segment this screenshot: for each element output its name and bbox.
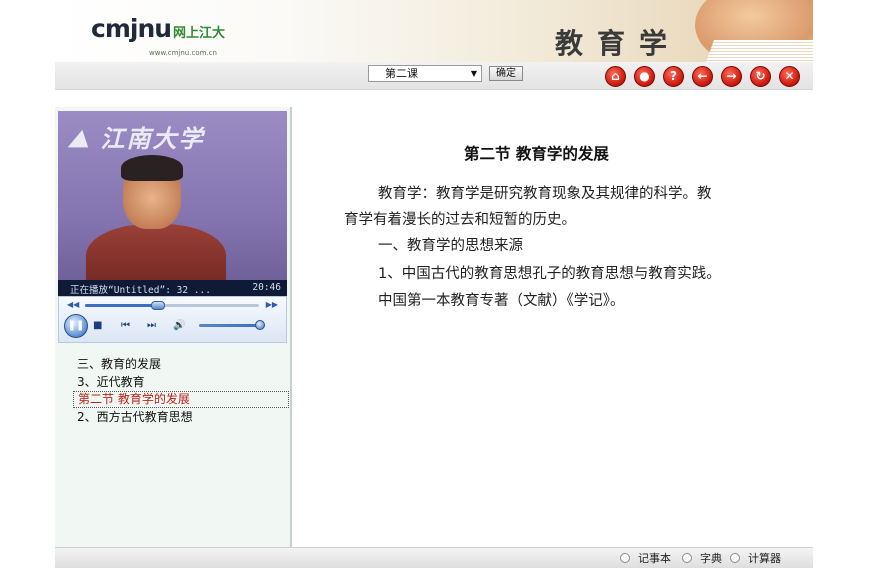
lesson-select-value: 第二课 — [385, 67, 418, 80]
radio-icon — [730, 553, 740, 563]
logo-cn: 网上江大 — [173, 26, 226, 41]
refresh-icon[interactable]: ↻ — [750, 66, 771, 87]
confirm-button[interactable]: 确定 — [489, 66, 523, 81]
course-title: 教育学 — [555, 27, 682, 60]
seek-thumb[interactable] — [151, 301, 166, 310]
stop-icon[interactable]: ■ — [93, 320, 102, 331]
volume-slider[interactable] — [199, 324, 261, 327]
pause-button[interactable]: ❚❚ — [64, 314, 88, 338]
university-watermark: ⛰ 江南大学 — [68, 124, 205, 153]
logo-text: cmjnu 网上江大 — [91, 14, 226, 43]
fast-forward-icon[interactable]: ▶▶ — [266, 300, 278, 309]
paragraph: 1、中国古代的教育思想孔子的教育思想与教育实践。 — [378, 266, 721, 282]
logo-url: www.cmjnu.com.cn — [149, 49, 217, 57]
site-logo: cmjnu 网上江大 www.cmjnu.com.cn — [91, 14, 226, 57]
forward-icon[interactable]: → — [721, 66, 742, 87]
notepad-link[interactable]: 记事本 — [620, 550, 671, 566]
rewind-icon[interactable]: ◀◀ — [67, 300, 79, 309]
dictionary-link[interactable]: 字典 — [682, 550, 722, 566]
chevron-down-icon: ▼ — [470, 69, 477, 78]
back-icon[interactable]: ← — [692, 66, 713, 87]
close-icon[interactable]: ✕ — [779, 66, 800, 87]
footer-bar: 记事本 字典 计算器 — [55, 547, 813, 568]
presenter-body — [86, 224, 226, 288]
toolbar: 第二课 ▼ 确定 ⌂ ●? ← → ↻ ✕ — [55, 62, 813, 90]
paragraph: 育学有着漫长的过去和短暂的历史。 — [344, 212, 576, 228]
chapter-item[interactable]: 第二节 教育学的发展 — [73, 391, 289, 408]
previous-icon[interactable]: ⏮ — [121, 320, 130, 331]
left-panel: ⛰ 江南大学 正在播放“Untitled”: 32 ... 20:46 ◀◀ ▶… — [55, 107, 292, 547]
presenter-hair — [121, 155, 183, 181]
chapter-item[interactable]: 2、西方古代教育思想 — [73, 408, 289, 426]
radio-icon — [620, 553, 630, 563]
chapter-item[interactable]: 三、教育的发展 — [73, 355, 289, 373]
volume-thumb[interactable] — [255, 320, 265, 330]
now-playing-text: 正在播放“Untitled”: 32 ... — [70, 285, 211, 296]
header-banner: cmjnu 网上江大 www.cmjnu.com.cn 教育学 — [55, 0, 813, 62]
player-controls: ◀◀ ▶▶ ❚❚ ■ ⏮ ⏭ 🔊 — [58, 296, 287, 343]
volume-icon[interactable]: 🔊 — [173, 320, 185, 331]
paragraph: 一、教育学的思想来源 — [378, 238, 523, 254]
radio-icon — [682, 553, 692, 563]
book-decoration — [705, 40, 813, 62]
seek-progress — [85, 304, 159, 307]
lesson-select[interactable]: 第二课 ▼ — [368, 65, 482, 82]
paragraph: 教育学：教育学是研究教育现象及其规律的科学。教 — [378, 186, 712, 202]
lesson-content: 第二节 教育学的发展 教育学：教育学是研究教育现象及其规律的科学。教 育学有着漫… — [300, 107, 813, 547]
chapter-list: 三、教育的发展 3、近代教育 第二节 教育学的发展 2、西方古代教育思想 — [73, 355, 289, 426]
seek-slider[interactable] — [85, 301, 259, 310]
paragraph: 中国第一本教育专著（文献）《学记》。 — [378, 293, 625, 309]
user-icon[interactable]: ● — [634, 66, 655, 87]
calculator-link[interactable]: 计算器 — [730, 550, 781, 566]
home-icon[interactable]: ⌂ — [605, 66, 626, 87]
chapter-item[interactable]: 3、近代教育 — [73, 373, 289, 391]
help-icon[interactable]: ? — [663, 66, 684, 87]
section-title: 第二节 教育学的发展 — [464, 145, 609, 163]
courseware-window: cmjnu 网上江大 www.cmjnu.com.cn 教育学 第二课 ▼ 确定 … — [0, 0, 869, 581]
video-frame[interactable]: ⛰ 江南大学 — [58, 111, 287, 288]
time-display: 20:46 — [252, 282, 281, 293]
next-icon[interactable]: ⏭ — [147, 320, 156, 331]
now-playing-bar: 正在播放“Untitled”: 32 ... 20:46 — [58, 280, 287, 296]
